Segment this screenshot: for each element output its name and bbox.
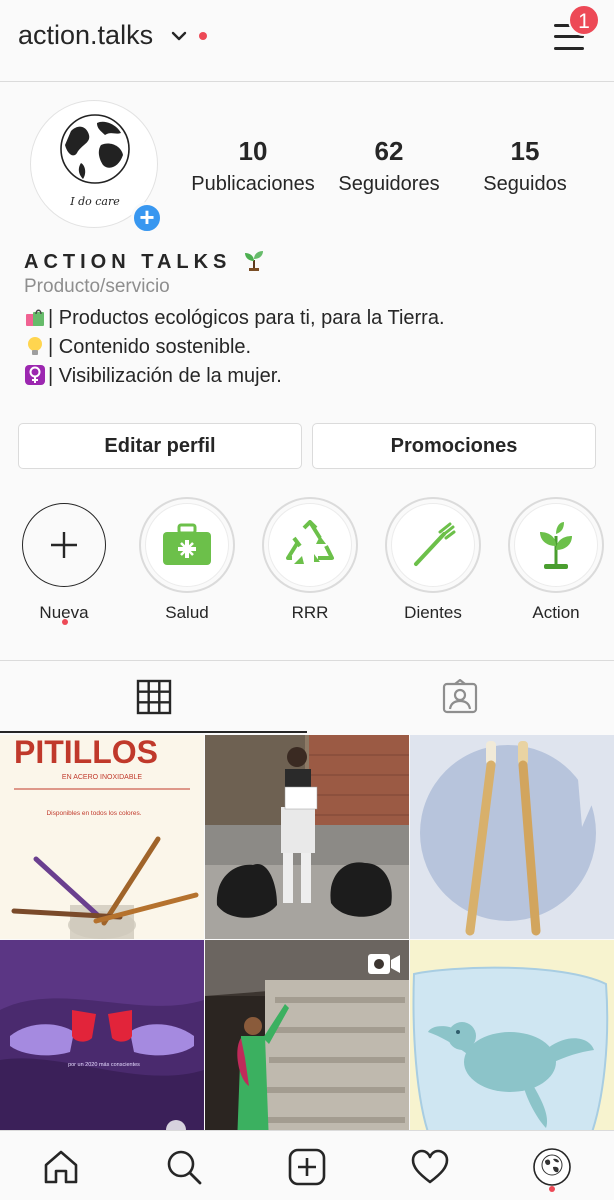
new-highlight-dot	[62, 619, 68, 625]
highlight-label: Action	[532, 603, 580, 622]
post-caption: Disponibles en todos los colores.	[46, 810, 141, 817]
bio-line: | Productos ecológicos para ti, para la …	[24, 306, 445, 330]
sprout-icon	[540, 522, 572, 569]
post-tile[interactable]: por un 2020 más conscientes	[0, 940, 204, 1144]
plus-icon	[51, 532, 77, 558]
first-aid-kit-icon	[163, 523, 211, 565]
account-notification-dot	[199, 32, 207, 40]
home-icon[interactable]	[41, 1147, 81, 1187]
top-bar: action.talks 1	[0, 0, 614, 82]
stat-label: Seguidos	[483, 173, 567, 195]
tagged-icon[interactable]	[442, 679, 478, 715]
highlight-dientes[interactable]: Dientes	[383, 497, 483, 623]
stat-posts[interactable]: 10 Publicaciones	[183, 136, 323, 196]
post-caption: por un 2020 más conscientes	[68, 1062, 140, 1068]
highlight-salud[interactable]: Salud	[137, 497, 237, 623]
stat-value: 62	[374, 136, 404, 166]
post-tile[interactable]	[410, 940, 614, 1144]
heart-icon[interactable]	[410, 1147, 450, 1187]
post-subtitle: EN ACERO INOXIDABLE	[62, 774, 142, 781]
account-username[interactable]: action.talks	[18, 20, 153, 51]
highlight-new[interactable]: Nueva	[14, 497, 114, 623]
video-icon	[368, 954, 400, 974]
stat-value: 15	[510, 136, 540, 166]
profile-tabs	[0, 660, 614, 734]
edit-profile-button[interactable]: Editar perfil	[18, 423, 302, 469]
stat-value: 10	[238, 136, 268, 166]
bio-line: | Visibilización de la mujer.	[24, 364, 282, 388]
chevron-down-icon[interactable]	[170, 27, 188, 45]
shopping-bags-icon	[26, 309, 44, 326]
add-story-button[interactable]: +	[131, 202, 163, 234]
highlight-label: Salud	[165, 603, 209, 622]
stat-followers[interactable]: 62 Seguidores	[319, 136, 459, 196]
post-tile[interactable]	[205, 940, 409, 1144]
bio-line: | Contenido sostenible.	[24, 335, 251, 359]
highlight-label: Dientes	[404, 603, 462, 622]
stat-label: Seguidores	[338, 173, 440, 195]
recycle-icon	[286, 520, 334, 564]
stat-label: Publicaciones	[191, 173, 315, 195]
profile-category: Producto/servicio	[24, 276, 170, 297]
light-bulb-icon	[28, 337, 42, 355]
seedling-emoji-icon	[244, 251, 263, 271]
bottom-navigation	[0, 1130, 614, 1200]
notification-badge: 1	[568, 4, 600, 36]
stat-following[interactable]: 15 Seguidos	[455, 136, 595, 196]
highlight-label: RRR	[291, 603, 329, 622]
female-sign-icon	[25, 365, 45, 385]
profile-avatar[interactable]	[532, 1147, 572, 1187]
toothbrush-icon	[414, 522, 456, 566]
new-post-icon[interactable]	[287, 1147, 327, 1187]
profile-notification-dot	[549, 1186, 555, 1192]
highlight-action[interactable]: Action	[506, 497, 606, 623]
post-tile[interactable]	[410, 735, 614, 939]
search-icon[interactable]	[164, 1147, 204, 1187]
post-title: PITILLOS	[14, 735, 158, 770]
display-name: ACTION TALKS	[24, 248, 266, 274]
post-tile[interactable]: PITILLOS EN ACERO INOXIDABLE Disponibles…	[0, 735, 204, 939]
avatar-text: I do care	[69, 195, 120, 208]
promotions-button[interactable]: Promociones	[312, 423, 596, 469]
highlight-rrr[interactable]: RRR	[260, 497, 360, 623]
active-tab-indicator	[0, 731, 307, 733]
grid-icon[interactable]	[136, 679, 172, 715]
post-tile[interactable]	[205, 735, 409, 939]
